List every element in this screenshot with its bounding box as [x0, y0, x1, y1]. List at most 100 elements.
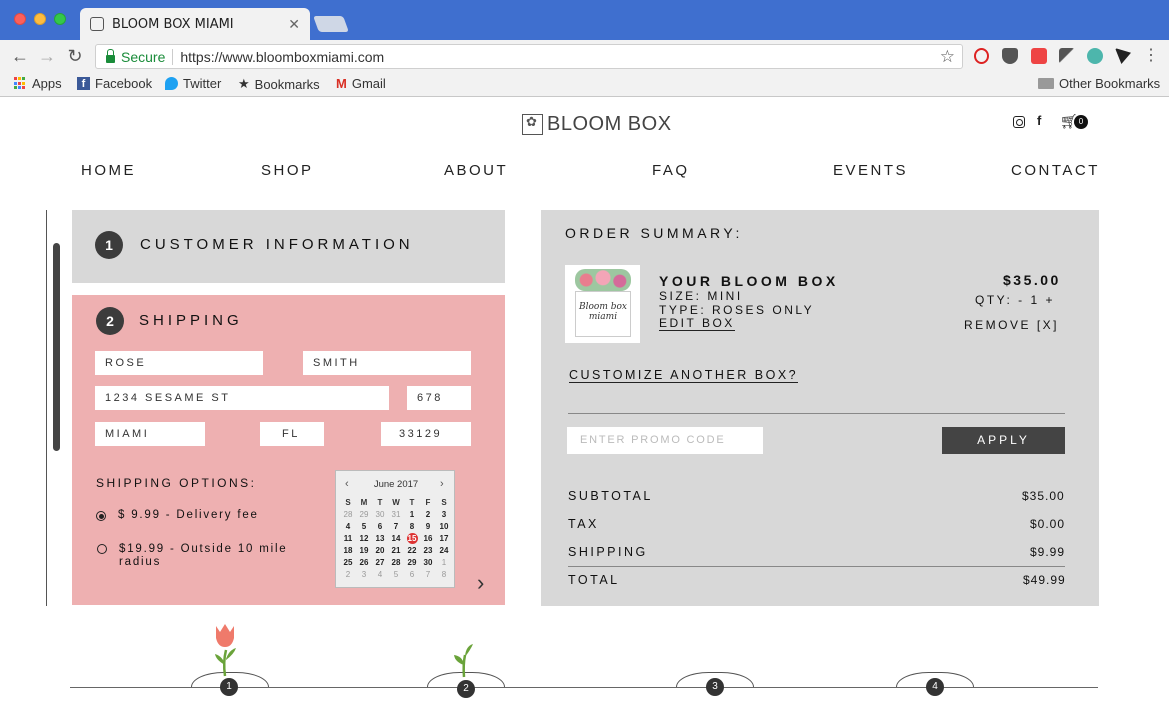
- calendar-day[interactable]: 6: [404, 569, 420, 580]
- calendar-next-icon[interactable]: ›: [440, 478, 444, 490]
- calendar-extension-icon[interactable]: [1031, 48, 1047, 64]
- city-field[interactable]: MIAMI: [95, 422, 205, 446]
- calendar-day[interactable]: 3: [436, 509, 452, 520]
- calendar-day[interactable]: 15: [406, 533, 418, 544]
- nav-about[interactable]: ABOUT: [444, 162, 508, 179]
- calendar-day[interactable]: 4: [340, 521, 356, 532]
- calendar-day[interactable]: 7: [420, 569, 436, 580]
- other-bookmarks[interactable]: Other Bookmarks: [1038, 76, 1160, 91]
- bookmark-twitter[interactable]: Twitter: [165, 76, 221, 91]
- calendar-day[interactable]: 6: [372, 521, 388, 532]
- delivery-date-calendar[interactable]: ‹ June 2017 › S M T W T F S 28 29 30 31 1 2 3 4 5 6 7 8 9 10…: [335, 470, 455, 588]
- last-name-field[interactable]: SMITH: [303, 351, 471, 375]
- calendar-day[interactable]: 27: [372, 557, 388, 568]
- apply-promo-button[interactable]: APPLY: [942, 427, 1065, 454]
- calendar-day[interactable]: 5: [388, 569, 404, 580]
- first-name-field[interactable]: ROSE: [95, 351, 263, 375]
- remove-item-link[interactable]: REMOVE [X]: [964, 318, 1059, 332]
- next-step-chevron-icon[interactable]: ›: [477, 570, 484, 596]
- nav-faq[interactable]: FAQ: [652, 162, 690, 179]
- opera-extension-icon[interactable]: [974, 48, 989, 64]
- calendar-day[interactable]: 8: [436, 569, 452, 580]
- promo-code-input[interactable]: ENTER PROMO CODE: [567, 427, 763, 454]
- calendar-day[interactable]: 16: [420, 533, 436, 544]
- forward-arrow-icon[interactable]: →: [37, 46, 57, 66]
- calendar-day[interactable]: 28: [388, 557, 404, 568]
- back-arrow-icon[interactable]: ←: [10, 46, 30, 66]
- quantity-stepper[interactable]: QTY: - 1 +: [975, 293, 1055, 307]
- site-logo[interactable]: BLOOM BOX: [522, 113, 672, 136]
- calendar-day[interactable]: 29: [404, 557, 420, 568]
- calendar-day[interactable]: 14: [388, 533, 404, 544]
- url-text[interactable]: https://www.bloomboxmiami.com: [180, 49, 939, 65]
- bookmark-apps[interactable]: Apps: [14, 76, 62, 91]
- calendar-day[interactable]: 2: [340, 569, 356, 580]
- calendar-day[interactable]: 29: [356, 509, 372, 520]
- calendar-day[interactable]: 2: [420, 509, 436, 520]
- calendar-day[interactable]: 17: [436, 533, 452, 544]
- progress-step-2[interactable]: 2: [457, 680, 475, 698]
- calendar-day[interactable]: 30: [420, 557, 436, 568]
- window-minimize-button[interactable]: [34, 13, 46, 25]
- menu-kebab-icon[interactable]: ⋮: [1141, 46, 1161, 66]
- calendar-day[interactable]: 30: [372, 509, 388, 520]
- bookmark-gmail[interactable]: M Gmail: [336, 76, 386, 91]
- calendar-day[interactable]: 23: [420, 545, 436, 556]
- calendar-day[interactable]: 25: [340, 557, 356, 568]
- street-address-field[interactable]: 1234 SESAME ST: [95, 386, 389, 410]
- state-field[interactable]: FL: [260, 422, 324, 446]
- edit-box-link[interactable]: EDIT BOX: [659, 316, 735, 331]
- calendar-day[interactable]: 8: [404, 521, 420, 532]
- calendar-day[interactable]: 31: [388, 509, 404, 520]
- bookmark-star-icon[interactable]: ☆: [940, 47, 955, 67]
- customer-information-panel[interactable]: 1 CUSTOMER INFORMATION: [72, 210, 505, 283]
- calendar-day[interactable]: 13: [372, 533, 388, 544]
- facebook-icon[interactable]: f: [1037, 113, 1041, 128]
- instagram-icon[interactable]: [1013, 116, 1025, 128]
- calendar-day[interactable]: 22: [404, 545, 420, 556]
- calendar-day[interactable]: 24: [436, 545, 452, 556]
- mention-extension-icon[interactable]: [1087, 48, 1103, 64]
- calendar-day[interactable]: 21: [388, 545, 404, 556]
- calendar-day[interactable]: 10: [436, 521, 452, 532]
- calendar-day[interactable]: 7: [388, 521, 404, 532]
- pocket-extension-icon[interactable]: [1002, 48, 1018, 64]
- calendar-day[interactable]: 26: [356, 557, 372, 568]
- browser-tab[interactable]: BLOOM BOX MIAMI ✕: [80, 8, 310, 40]
- bookmark-bookmarks[interactable]: ★ Bookmarks: [238, 76, 320, 92]
- address-bar[interactable]: Secure https://www.bloomboxmiami.com ☆: [95, 44, 963, 69]
- tab-close-icon[interactable]: ✕: [288, 16, 300, 33]
- calendar-day[interactable]: 11: [340, 533, 356, 544]
- calendar-day[interactable]: 28: [340, 509, 356, 520]
- checkout-scrollbar[interactable]: [53, 243, 60, 451]
- bookmark-facebook[interactable]: f Facebook: [77, 76, 152, 91]
- progress-step-1[interactable]: 1: [220, 678, 238, 696]
- zip-field[interactable]: 33129: [381, 422, 471, 446]
- shipping-option-radio-outside[interactable]: [97, 544, 107, 554]
- calendar-day[interactable]: 12: [356, 533, 372, 544]
- reload-icon[interactable]: ↻: [65, 46, 85, 66]
- progress-step-4[interactable]: 4: [926, 678, 944, 696]
- apartment-field[interactable]: 678: [407, 386, 471, 410]
- calendar-day[interactable]: 1: [436, 557, 452, 568]
- window-zoom-button[interactable]: [54, 13, 66, 25]
- calendar-day[interactable]: 1: [404, 509, 420, 520]
- nav-home[interactable]: HOME: [81, 162, 136, 179]
- customize-another-box-link[interactable]: CUSTOMIZE ANOTHER BOX?: [569, 368, 799, 383]
- calendar-day[interactable]: 4: [372, 569, 388, 580]
- new-tab-button[interactable]: [313, 16, 349, 32]
- eyedropper-extension-icon[interactable]: [1059, 48, 1075, 64]
- shipping-option-radio-delivery[interactable]: [96, 511, 106, 521]
- calendar-day[interactable]: 9: [420, 521, 436, 532]
- calendar-day[interactable]: 19: [356, 545, 372, 556]
- progress-step-3[interactable]: 3: [706, 678, 724, 696]
- calendar-day[interactable]: 20: [372, 545, 388, 556]
- nav-contact[interactable]: CONTACT: [1011, 162, 1100, 179]
- cursor-extension-icon[interactable]: [1115, 48, 1131, 64]
- window-close-button[interactable]: [14, 13, 26, 25]
- calendar-day[interactable]: 5: [356, 521, 372, 532]
- nav-shop[interactable]: SHOP: [261, 162, 314, 179]
- nav-events[interactable]: EVENTS: [833, 162, 908, 179]
- calendar-day[interactable]: 18: [340, 545, 356, 556]
- calendar-day[interactable]: 3: [356, 569, 372, 580]
